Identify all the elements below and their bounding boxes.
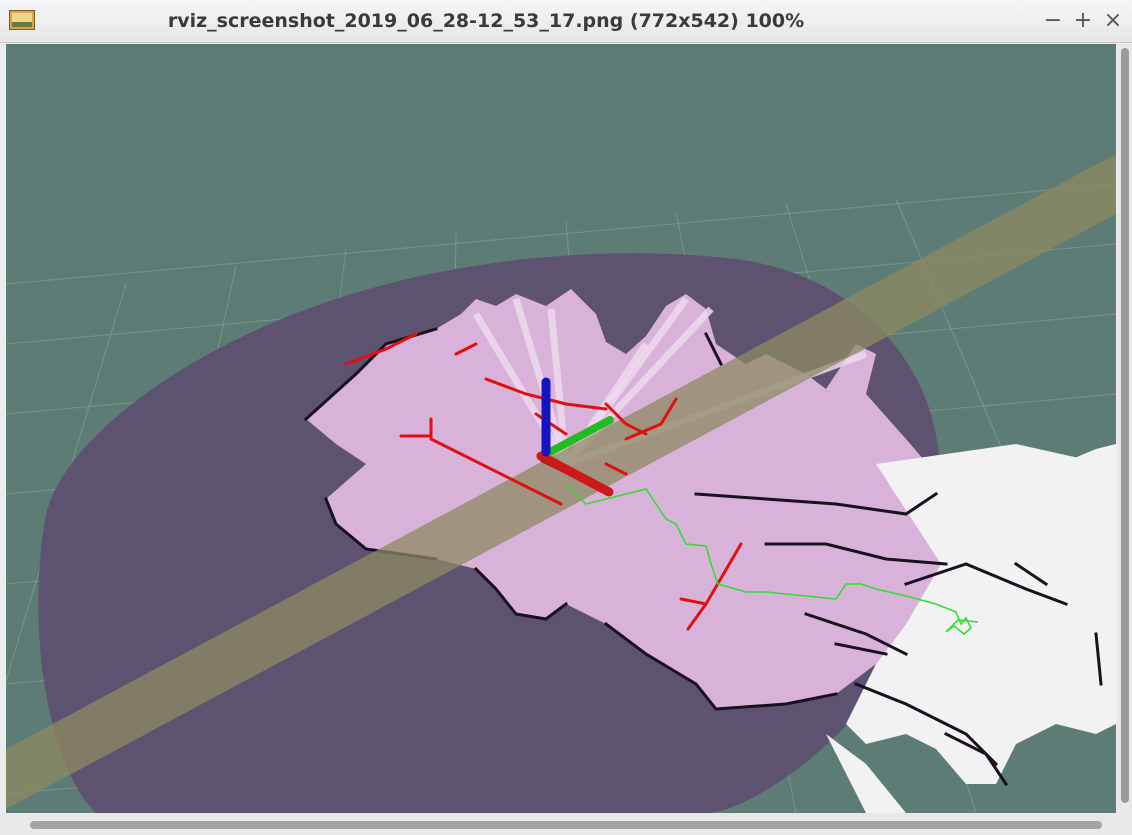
vertical-scrollbar-thumb[interactable] bbox=[1121, 48, 1129, 803]
minimize-button[interactable]: − bbox=[1040, 0, 1066, 42]
rviz-scene bbox=[6, 44, 1116, 813]
close-button[interactable]: × bbox=[1100, 0, 1126, 42]
horizontal-scrollbar[interactable] bbox=[0, 813, 1132, 835]
title-bar: rviz_screenshot_2019_06_28-12_53_17.png … bbox=[0, 0, 1132, 43]
window-title: rviz_screenshot_2019_06_28-12_53_17.png … bbox=[167, 10, 805, 32]
image-viewport[interactable] bbox=[6, 44, 1116, 813]
maximize-button[interactable]: + bbox=[1070, 0, 1096, 42]
horizontal-scrollbar-thumb[interactable] bbox=[30, 821, 1102, 829]
vertical-scrollbar[interactable] bbox=[1118, 44, 1132, 813]
image-viewer-icon bbox=[9, 10, 35, 30]
